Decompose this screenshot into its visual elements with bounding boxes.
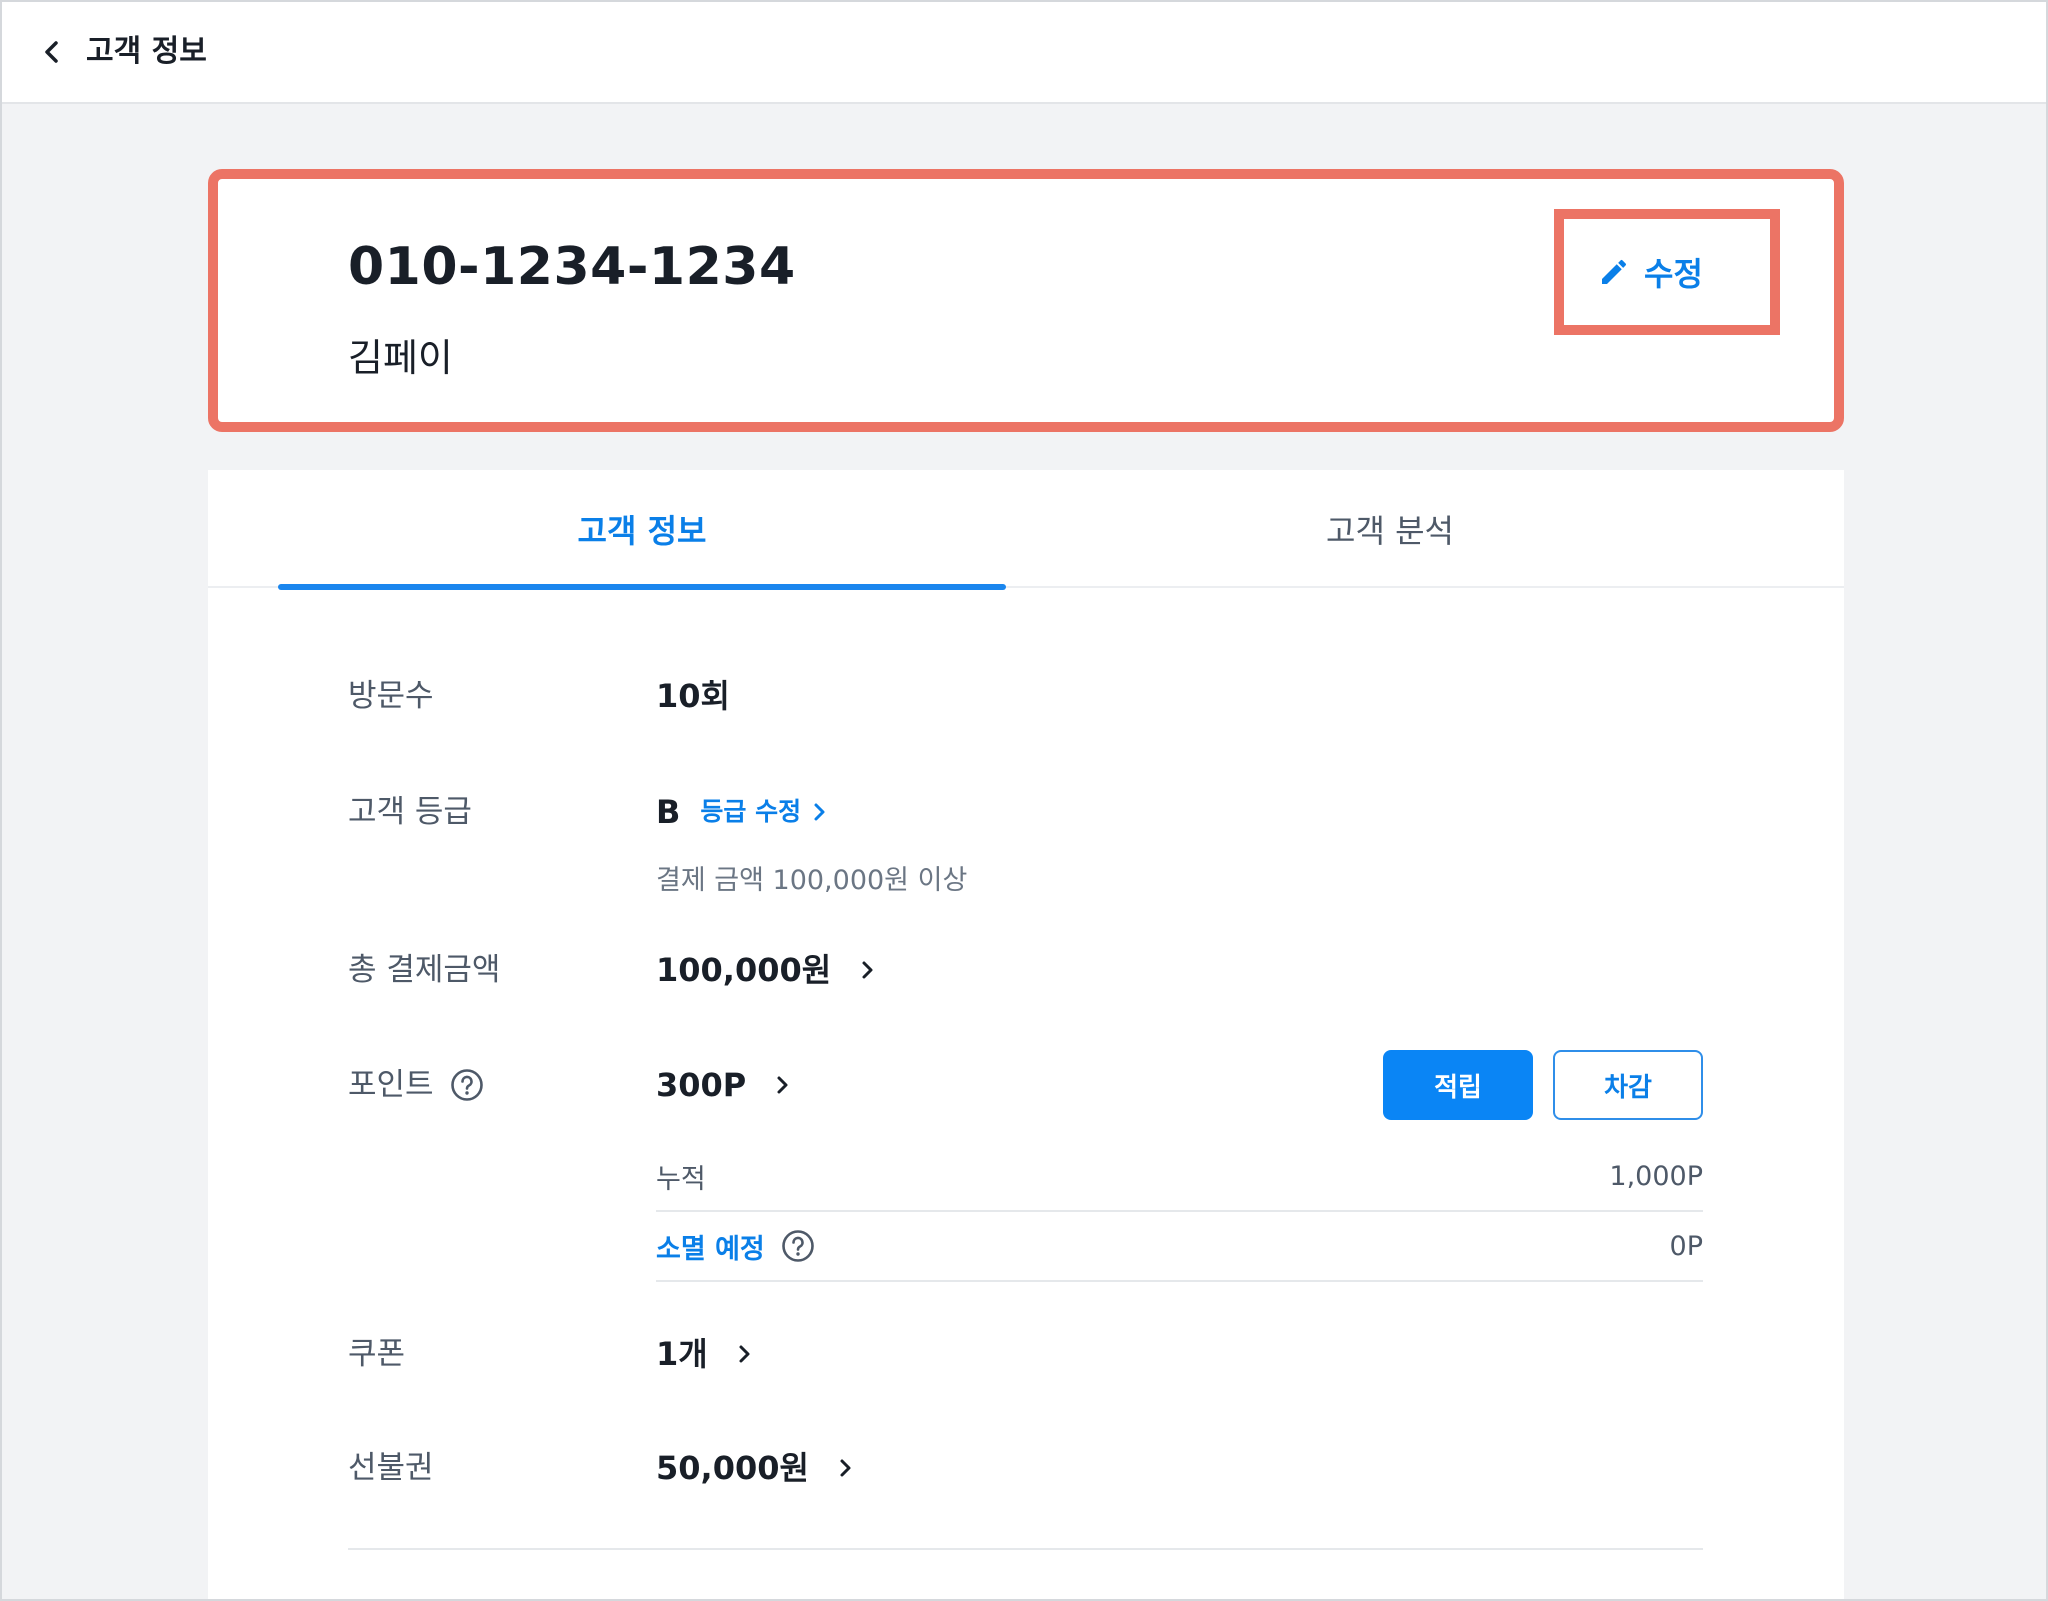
expiring-value: 0P bbox=[1669, 1230, 1703, 1262]
customer-phone: 010-1234-1234 bbox=[348, 237, 796, 297]
grade-row: B 등급 수정 bbox=[656, 790, 829, 834]
visits-label: 방문수 bbox=[348, 678, 434, 714]
back-button[interactable] bbox=[32, 32, 72, 72]
tab-customer-analysis[interactable]: 고객 분석 bbox=[1006, 470, 1774, 588]
expiring-label-row[interactable]: 소멸 예정 bbox=[656, 1227, 815, 1266]
app-frame: 고객 정보 010-1234-1234 김페이 수정 고객 정보 고객 분석 방… bbox=[0, 0, 2048, 1601]
chevron-right-icon bbox=[840, 1459, 851, 1477]
points-label: 포인트 bbox=[348, 1067, 434, 1103]
total-payment-value: 100,000원 bbox=[656, 951, 832, 989]
accumulated-label: 누적 bbox=[656, 1163, 706, 1195]
tab-customer-info[interactable]: 고객 정보 bbox=[278, 470, 1006, 590]
earn-points-button[interactable]: 적립 bbox=[1383, 1050, 1533, 1120]
points-label-row: 포인트 bbox=[348, 1063, 484, 1107]
deduct-points-button[interactable]: 차감 bbox=[1553, 1050, 1703, 1120]
chevron-left-icon bbox=[45, 41, 58, 63]
divider bbox=[348, 1548, 1703, 1550]
coupons-link[interactable]: 1개 bbox=[656, 1332, 754, 1376]
visits-value: 10회 bbox=[656, 677, 730, 715]
points-accumulated-row: 누적 1,000P bbox=[656, 1142, 1703, 1212]
total-payment-link[interactable]: 100,000원 bbox=[656, 948, 877, 992]
customer-name: 김페이 bbox=[348, 336, 453, 380]
customer-card: 010-1234-1234 김페이 수정 bbox=[208, 169, 1844, 432]
question-circle-icon[interactable] bbox=[781, 1229, 815, 1263]
expiring-label: 소멸 예정 bbox=[656, 1233, 765, 1265]
chevron-right-icon bbox=[777, 1076, 788, 1094]
edit-button-label: 수정 bbox=[1644, 255, 1703, 293]
customer-detail-panel: 고객 정보 고객 분석 방문수 10회 고객 등급 B 등급 수정 결제 금액 … bbox=[208, 470, 1844, 1599]
points-link[interactable]: 300P bbox=[656, 1063, 792, 1107]
coupons-value: 1개 bbox=[656, 1335, 708, 1373]
total-payment-label: 총 결제금액 bbox=[348, 952, 501, 988]
prepaid-label: 선불권 bbox=[348, 1450, 434, 1486]
grade-edit-label: 등급 수정 bbox=[700, 797, 802, 826]
coupons-label: 쿠폰 bbox=[348, 1336, 406, 1372]
grade-edit-link[interactable]: 등급 수정 bbox=[700, 790, 829, 834]
question-circle-icon[interactable] bbox=[450, 1068, 484, 1102]
chevron-right-icon bbox=[814, 803, 825, 821]
top-bar: 고객 정보 bbox=[2, 2, 2046, 104]
grade-label: 고객 등급 bbox=[348, 794, 472, 830]
points-expiring-row: 소멸 예정 0P bbox=[656, 1212, 1703, 1282]
points-value: 300P bbox=[656, 1066, 747, 1104]
grade-description: 결제 금액 100,000원 이상 bbox=[656, 865, 968, 896]
edit-customer-button[interactable]: 수정 bbox=[1598, 247, 1703, 297]
tab-bar: 고객 정보 고객 분석 bbox=[208, 470, 1844, 590]
prepaid-link[interactable]: 50,000원 bbox=[656, 1446, 855, 1490]
chevron-right-icon bbox=[739, 1345, 750, 1363]
chevron-right-icon bbox=[862, 961, 873, 979]
grade-value: B bbox=[656, 793, 681, 831]
page-title: 고객 정보 bbox=[86, 34, 207, 69]
prepaid-value: 50,000원 bbox=[656, 1449, 809, 1487]
accumulated-value: 1,000P bbox=[1609, 1160, 1703, 1192]
pencil-icon bbox=[1602, 259, 1627, 284]
